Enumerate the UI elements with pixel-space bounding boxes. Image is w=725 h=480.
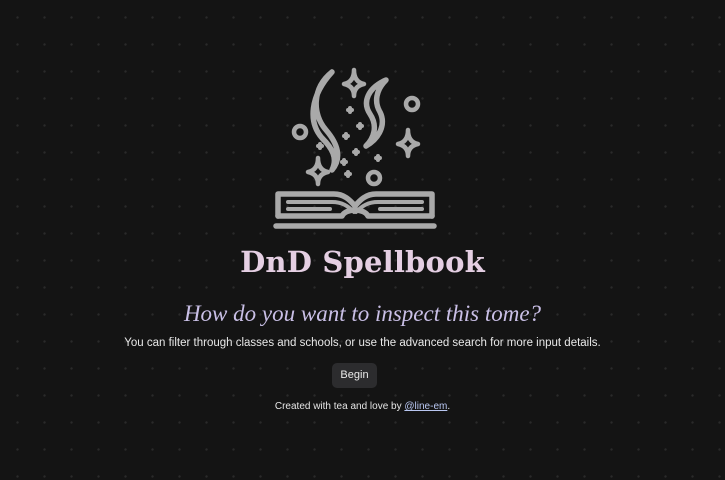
footer-prefix: Created with tea and love by	[274, 401, 405, 412]
begin-button[interactable]: Begin	[332, 363, 377, 388]
footer-credit: Created with tea and love by @line-em.	[0, 400, 725, 414]
footer-suffix: .	[447, 401, 451, 412]
spellbook-icon	[273, 67, 437, 229]
intro-description: You can filter through classes and schoo…	[124, 337, 601, 349]
landing-hero: DnD Spellbook How do you want to inspect…	[0, 0, 725, 480]
app-title: DnD Spellbook	[240, 245, 485, 279]
page-subtitle: How do you want to inspect this tome?	[183, 301, 542, 326]
author-link[interactable]: @line-em	[404, 401, 447, 412]
